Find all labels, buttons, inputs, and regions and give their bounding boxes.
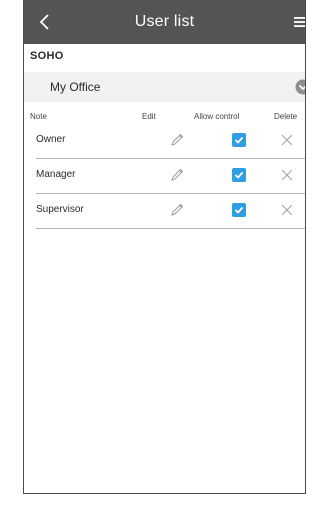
edit-pencil-icon[interactable] <box>169 202 185 218</box>
chevron-down-circle-icon <box>295 79 305 95</box>
edit-pencil-icon[interactable] <box>169 167 185 183</box>
office-dropdown[interactable]: My Office <box>24 72 305 102</box>
user-note: Owner <box>36 134 66 145</box>
header-bar: User list <box>24 0 305 44</box>
user-row-supervisor: Supervisor <box>36 194 305 229</box>
app-frame: User list SOHO My Office Note Edit Allow… <box>23 0 306 494</box>
back-button[interactable] <box>34 12 56 32</box>
column-header-allow-control: Allow control <box>194 112 240 121</box>
office-dropdown-value: My Office <box>50 80 101 94</box>
delete-x-icon[interactable] <box>281 134 293 146</box>
user-row-owner: Owner <box>36 124 305 159</box>
checkmark-icon <box>234 136 244 144</box>
menu-button[interactable] <box>293 13 305 31</box>
column-header-delete: Delete <box>274 112 298 121</box>
edit-pencil-icon[interactable] <box>169 132 185 148</box>
user-note: Supervisor <box>36 204 84 215</box>
user-note: Manager <box>36 169 76 180</box>
allow-control-checkbox[interactable] <box>232 133 246 147</box>
hamburger-menu-icon <box>294 17 305 27</box>
chevron-left-icon <box>40 14 49 30</box>
group-label: SOHO <box>30 50 64 62</box>
checkmark-icon <box>234 206 244 214</box>
delete-x-icon[interactable] <box>281 204 293 216</box>
delete-x-icon[interactable] <box>281 169 293 181</box>
user-row-manager: Manager <box>36 159 305 194</box>
checkmark-icon <box>234 171 244 179</box>
page-title: User list <box>134 13 195 30</box>
column-header-note: Note <box>30 112 47 121</box>
column-header-edit: Edit <box>142 112 156 121</box>
allow-control-checkbox[interactable] <box>232 203 246 217</box>
allow-control-checkbox[interactable] <box>232 168 246 182</box>
